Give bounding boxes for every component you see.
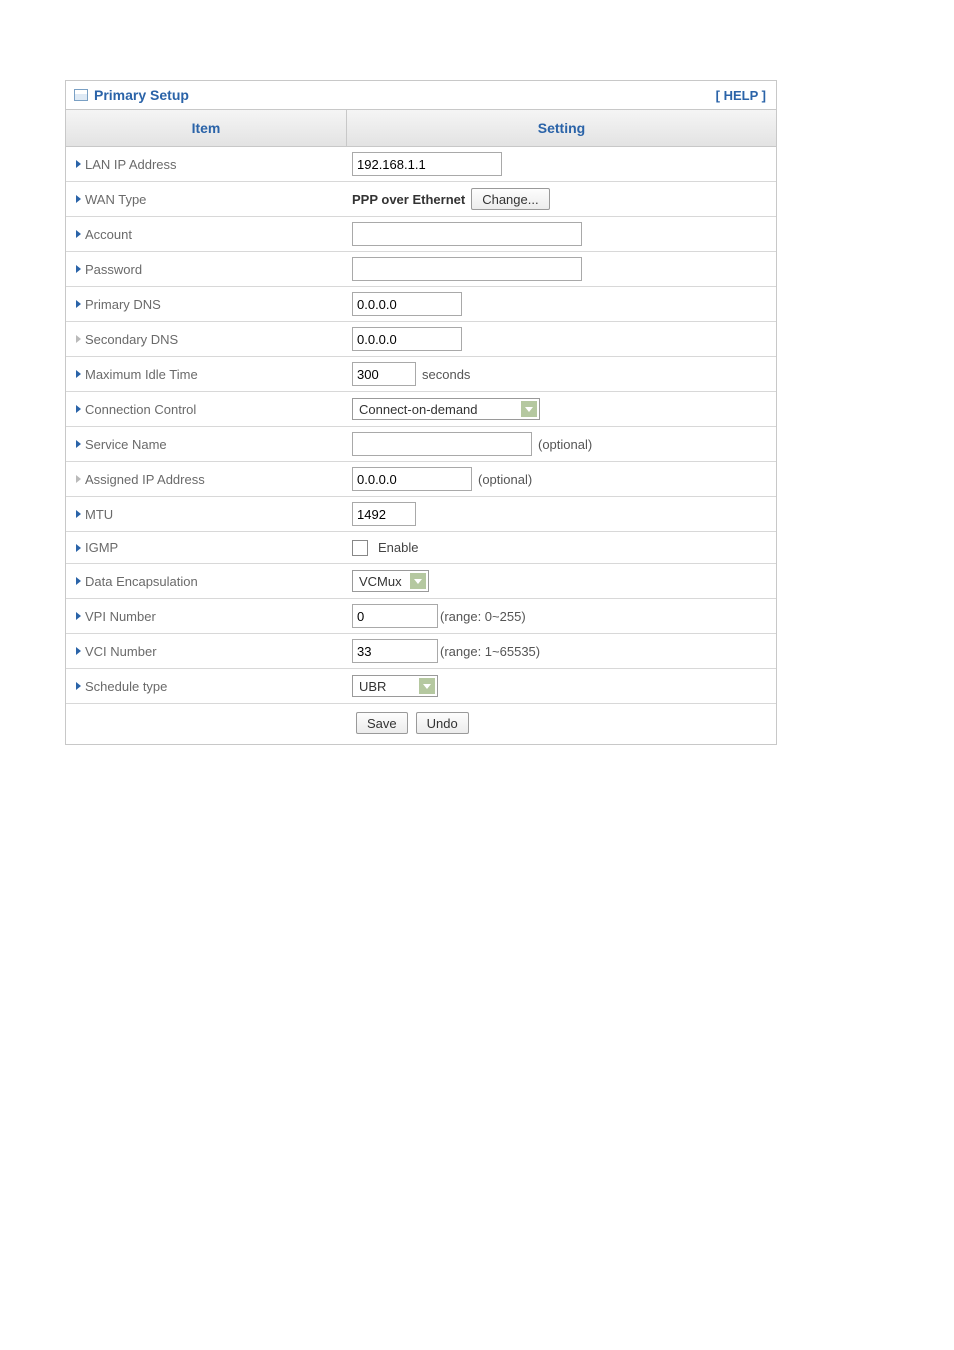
bullet-icon <box>76 265 81 273</box>
primary-setup-panel: Primary Setup [ HELP ] Item Setting LAN … <box>65 80 777 745</box>
bullet-icon <box>76 682 81 690</box>
account-input[interactable] <box>352 222 582 246</box>
save-button[interactable]: Save <box>356 712 408 734</box>
bullet-icon <box>76 370 81 378</box>
idle-time-input[interactable] <box>352 362 416 386</box>
bullet-icon <box>76 510 81 518</box>
label-vci: VCI Number <box>85 644 157 659</box>
bullet-icon <box>76 544 81 552</box>
vci-hint: (range: 1~65535) <box>440 644 540 659</box>
bullet-icon <box>76 160 81 168</box>
label-vpi: VPI Number <box>85 609 156 624</box>
bullet-icon <box>76 440 81 448</box>
schedule-type-selected: UBR <box>353 679 392 694</box>
label-secondary-dns: Secondary DNS <box>85 332 178 347</box>
bullet-icon <box>76 230 81 238</box>
label-service-name: Service Name <box>85 437 167 452</box>
label-connection-control: Connection Control <box>85 402 196 417</box>
chevron-down-icon <box>419 678 435 694</box>
bullet-icon <box>76 335 81 343</box>
schedule-type-select[interactable]: UBR <box>352 675 438 697</box>
header-item: Item <box>66 110 347 146</box>
footer-actions: Save Undo <box>66 704 776 744</box>
assigned-ip-hint: (optional) <box>478 472 532 487</box>
wan-type-value: PPP over Ethernet <box>352 192 465 207</box>
vpi-input[interactable] <box>352 604 438 628</box>
lan-ip-input[interactable] <box>352 152 502 176</box>
bullet-icon <box>76 647 81 655</box>
label-data-encapsulation: Data Encapsulation <box>85 574 198 589</box>
label-assigned-ip: Assigned IP Address <box>85 472 205 487</box>
vpi-hint: (range: 0~255) <box>440 609 526 624</box>
connection-control-select[interactable]: Connect-on-demand <box>352 398 540 420</box>
primary-dns-input[interactable] <box>352 292 462 316</box>
label-password: Password <box>85 262 142 277</box>
label-lan-ip: LAN IP Address <box>85 157 177 172</box>
help-link[interactable]: [ HELP ] <box>716 88 766 103</box>
assigned-ip-input[interactable] <box>352 467 472 491</box>
label-wan-type: WAN Type <box>85 192 146 207</box>
igmp-enable-label: Enable <box>378 540 418 555</box>
label-schedule-type: Schedule type <box>85 679 167 694</box>
idle-time-unit: seconds <box>422 367 470 382</box>
chevron-down-icon <box>410 573 426 589</box>
service-name-input[interactable] <box>352 432 532 456</box>
window-icon <box>74 89 88 101</box>
bullet-icon <box>76 475 81 483</box>
column-headers: Item Setting <box>66 110 776 147</box>
secondary-dns-input[interactable] <box>352 327 462 351</box>
header-setting: Setting <box>347 110 776 146</box>
igmp-enable-checkbox[interactable] <box>352 540 368 556</box>
data-encapsulation-select[interactable]: VCMux <box>352 570 429 592</box>
bullet-icon <box>76 612 81 620</box>
data-encapsulation-selected: VCMux <box>353 574 408 589</box>
label-primary-dns: Primary DNS <box>85 297 161 312</box>
vci-input[interactable] <box>352 639 438 663</box>
password-input[interactable] <box>352 257 582 281</box>
undo-button[interactable]: Undo <box>416 712 469 734</box>
label-idle-time: Maximum Idle Time <box>85 367 198 382</box>
bullet-icon <box>76 577 81 585</box>
service-name-hint: (optional) <box>538 437 592 452</box>
connection-control-selected: Connect-on-demand <box>353 402 484 417</box>
label-account: Account <box>85 227 132 242</box>
change-wan-type-button[interactable]: Change... <box>471 188 549 210</box>
title-bar: Primary Setup [ HELP ] <box>66 81 776 110</box>
label-igmp: IGMP <box>85 540 118 555</box>
chevron-down-icon <box>521 401 537 417</box>
bullet-icon <box>76 300 81 308</box>
bullet-icon <box>76 195 81 203</box>
panel-title: Primary Setup <box>94 87 189 103</box>
mtu-input[interactable] <box>352 502 416 526</box>
bullet-icon <box>76 405 81 413</box>
label-mtu: MTU <box>85 507 113 522</box>
